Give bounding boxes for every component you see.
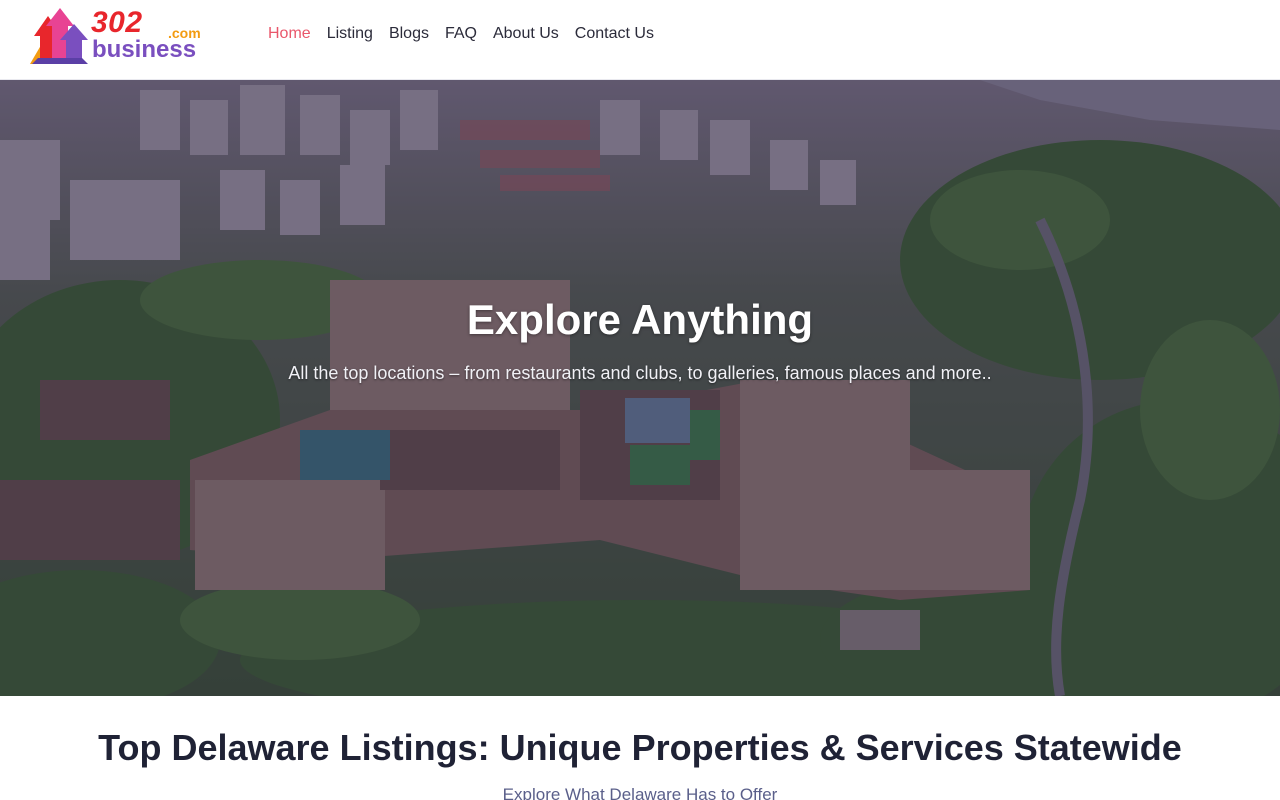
nav-about-us[interactable]: About Us	[485, 22, 567, 46]
site-header: 302 .com business Home Listing Blogs FAQ…	[0, 0, 1280, 80]
nav-contact-us[interactable]: Contact Us	[567, 22, 662, 46]
hero-subtitle: All the top locations – from restaurants…	[288, 363, 992, 383]
nav-listing[interactable]: Listing	[319, 22, 381, 46]
nav-home[interactable]: Home	[260, 22, 319, 46]
hero-overlay	[0, 80, 1280, 696]
logo-word: business	[92, 36, 197, 63]
hero-title: Explore Anything	[466, 296, 814, 343]
main-nav: Home Listing Blogs FAQ About Us Contact …	[260, 22, 662, 46]
logo-arrows-icon	[30, 8, 88, 64]
brand-logo[interactable]: 302 .com business	[30, 6, 210, 68]
nav-blogs[interactable]: Blogs	[381, 22, 437, 46]
hero-banner: Explore Anything All the top locations –…	[0, 80, 1280, 696]
nav-faq[interactable]: FAQ	[437, 22, 485, 46]
listings-heading: Top Delaware Listings: Unique Properties…	[98, 727, 1182, 768]
logo-number: 302	[91, 6, 143, 39]
listings-subheading: Explore What Delaware Has to Offer	[502, 785, 778, 800]
